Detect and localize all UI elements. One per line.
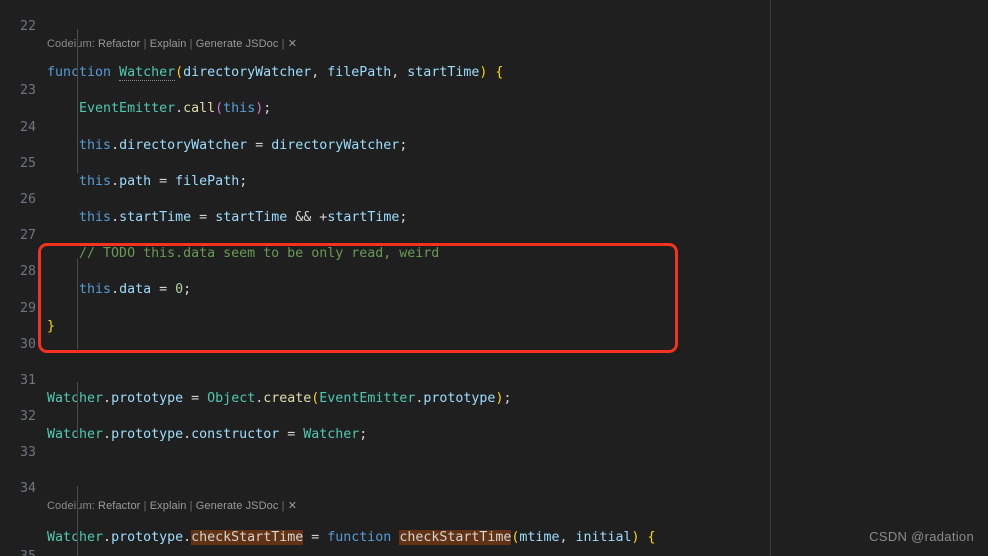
code-line-35[interactable]: 35 Watcher.prototype.checkStartTime = fu… xyxy=(0,529,770,556)
line-number-35: 35 xyxy=(0,548,36,556)
watermark: CSDN @radation xyxy=(869,529,974,544)
line-number-31: 31 xyxy=(19,372,36,388)
codelens-prefix: Codeium: xyxy=(47,38,95,51)
codelens-refactor-link[interactable]: Refactor xyxy=(98,500,140,512)
codelens-separator: | xyxy=(281,38,285,51)
indent-guide xyxy=(77,382,78,436)
codelens-separator: | xyxy=(189,38,193,51)
line-number-30: 30 xyxy=(19,336,36,352)
line-number-25: 25 xyxy=(19,155,36,171)
codelens-actions-23[interactable]: Codeium: Refactor | Explain | Generate J… xyxy=(47,36,297,53)
codelens-row-35[interactable]: Codeium: Refactor | Explain | Generate J… xyxy=(0,498,770,515)
line-number-22: 22 xyxy=(19,19,36,35)
line-number-26: 26 xyxy=(19,191,36,207)
code-line-24[interactable]: 24 EventEmitter.call(this); xyxy=(0,100,770,134)
code-text-27: this.startTime = startTime && +startTime… xyxy=(79,209,408,225)
code-line-34[interactable]: 34 xyxy=(0,462,770,496)
line-number-33: 33 xyxy=(19,445,36,461)
code-line-26[interactable]: 26 this.path = filePath; xyxy=(0,173,770,207)
code-text-23: function Watcher(directoryWatcher, fileP… xyxy=(47,65,504,82)
code-line-22[interactable]: 22 xyxy=(0,0,770,34)
indent-guide xyxy=(77,486,78,556)
codelens-actions-35[interactable]: Codeium: Refactor | Explain | Generate J… xyxy=(47,498,297,515)
code-text-25: this.directoryWatcher = directoryWatcher… xyxy=(79,137,408,153)
codelens-separator: | xyxy=(281,500,285,513)
line-number-34: 34 xyxy=(19,481,36,497)
codelens-explain-link[interactable]: Explain xyxy=(150,500,187,512)
highlighted-token: checkStartTime xyxy=(399,530,512,546)
line-number-32: 32 xyxy=(19,409,36,425)
code-line-32[interactable]: 32 Watcher.prototype = Object.create(Eve… xyxy=(0,390,770,424)
codelens-separator: | xyxy=(189,500,193,513)
code-text-29: this.data = 0; xyxy=(79,282,192,298)
codelens-separator: | xyxy=(143,38,147,51)
code-text-35: Watcher.prototype.checkStartTime = funct… xyxy=(47,530,656,546)
codelens-refactor-link[interactable]: Refactor xyxy=(98,38,140,50)
code-text-33: Watcher.prototype.constructor = Watcher; xyxy=(47,427,368,443)
line-number-24: 24 xyxy=(19,119,36,135)
code-line-33[interactable]: 33 Watcher.prototype.constructor = Watch… xyxy=(0,426,770,460)
editor-right-pane[interactable] xyxy=(771,0,988,556)
highlighted-token: checkStartTime xyxy=(191,530,304,546)
code-line-31[interactable]: 31 xyxy=(0,354,770,388)
line-number-27: 27 xyxy=(19,228,36,244)
code-line-28[interactable]: 28 // TODO this.data seem to be only rea… xyxy=(0,245,770,279)
code-text-30: } xyxy=(47,318,56,334)
code-line-27[interactable]: 27 this.startTime = startTime && +startT… xyxy=(0,209,770,243)
code-line-25[interactable]: 25 this.directoryWatcher = directoryWatc… xyxy=(0,137,770,171)
close-icon[interactable]: ✕ xyxy=(288,500,297,512)
codelens-generate-jsdoc-link[interactable]: Generate JSDoc xyxy=(196,500,279,512)
code-text-32: Watcher.prototype = Object.create(EventE… xyxy=(47,390,512,406)
line-number-23: 23 xyxy=(19,83,36,99)
codelens-generate-jsdoc-link[interactable]: Generate JSDoc xyxy=(196,38,279,50)
codelens-explain-link[interactable]: Explain xyxy=(150,38,187,50)
codelens-row-23[interactable]: Codeium: Refactor | Explain | Generate J… xyxy=(0,36,770,53)
close-icon[interactable]: ✕ xyxy=(288,38,297,50)
code-line-29[interactable]: 29 this.data = 0; xyxy=(0,281,770,315)
codelens-prefix: Codeium: xyxy=(47,500,95,513)
line-number-29: 29 xyxy=(19,300,36,316)
indent-guide xyxy=(77,29,78,173)
editor-code-area[interactable]: 22 Codeium: Refactor | Explain | Generat… xyxy=(0,0,770,556)
code-text-24: EventEmitter.call(this); xyxy=(79,101,272,117)
code-text-26: this.path = filePath; xyxy=(79,173,248,189)
code-text-28: // TODO this.data seem to be only read, … xyxy=(79,246,440,262)
codelens-separator: | xyxy=(143,500,147,513)
line-number-28: 28 xyxy=(19,264,36,280)
code-line-30[interactable]: 30 } xyxy=(0,318,770,352)
indent-guide xyxy=(77,259,78,349)
code-editor[interactable]: 22 Codeium: Refactor | Explain | Generat… xyxy=(0,0,988,556)
code-line-23[interactable]: 23 function Watcher(directoryWatcher, fi… xyxy=(0,64,770,98)
